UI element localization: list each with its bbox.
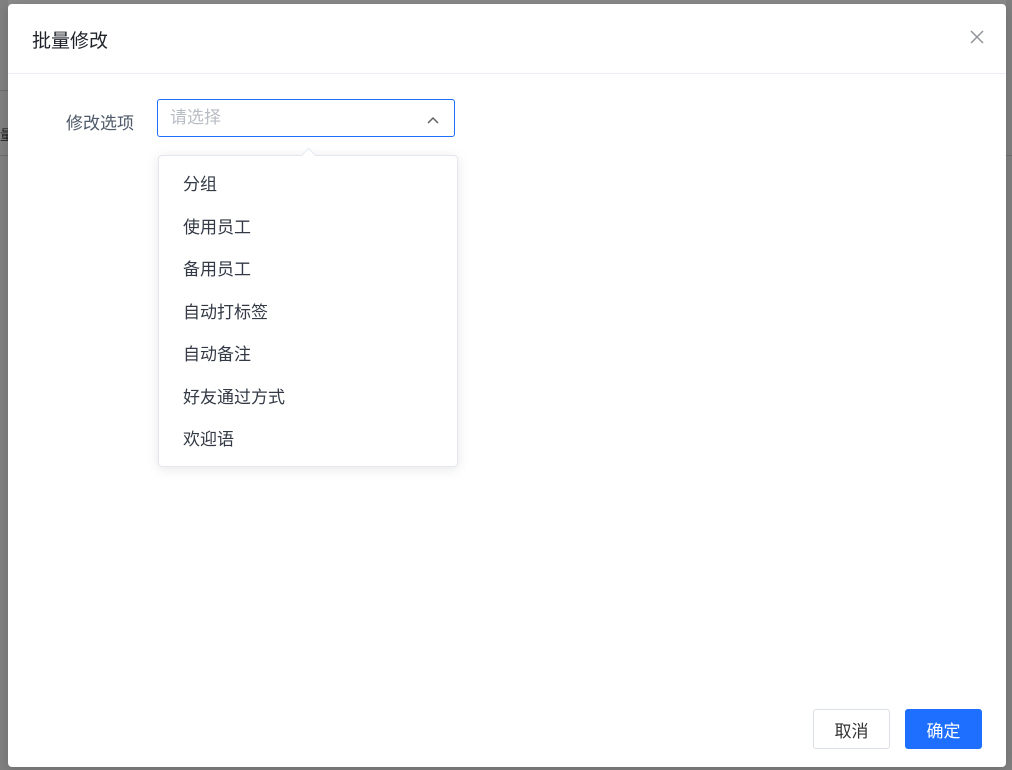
background-text-fragment: 量 <box>0 128 8 144</box>
form-row-edit-option: 修改选项 <box>8 99 1006 139</box>
form-label: 修改选项 <box>66 114 134 134</box>
background-divider <box>0 155 8 156</box>
dropdown-option-friend-approval[interactable]: 好友通过方式 <box>159 377 457 420</box>
cancel-button[interactable]: 取消 <box>813 709 890 749</box>
dropdown-option-group[interactable]: 分组 <box>159 164 457 207</box>
dialog-header: 批量修改 <box>8 4 1006 74</box>
dropdown-option-assigned-staff[interactable]: 使用员工 <box>159 207 457 250</box>
dropdown-option-welcome-message[interactable]: 欢迎语 <box>159 419 457 462</box>
chevron-up-icon[interactable] <box>426 112 440 126</box>
dropdown-option-auto-tag[interactable]: 自动打标签 <box>159 292 457 335</box>
confirm-button[interactable]: 确定 <box>905 709 982 749</box>
dropdown-option-backup-staff[interactable]: 备用员工 <box>159 249 457 292</box>
dropdown-option-auto-remark[interactable]: 自动备注 <box>159 334 457 377</box>
background-divider <box>1006 155 1012 156</box>
background-page-left: 量 <box>0 0 8 770</box>
select-dropdown: 分组 使用员工 备用员工 自动打标签 自动备注 好友通过方式 欢迎语 <box>158 147 458 467</box>
dialog-title: 批量修改 <box>32 30 109 52</box>
edit-option-select[interactable] <box>157 99 455 137</box>
batch-edit-dialog: 批量修改 修改选项 分组 使用员工 备用员工 自动打标签 自动备注 <box>8 4 1006 767</box>
background-divider <box>0 90 8 91</box>
dropdown-list: 分组 使用员工 备用员工 自动打标签 自动备注 好友通过方式 欢迎语 <box>159 156 457 462</box>
background-page-right <box>1006 0 1012 770</box>
select-input[interactable] <box>170 100 410 136</box>
close-icon[interactable] <box>966 26 988 48</box>
